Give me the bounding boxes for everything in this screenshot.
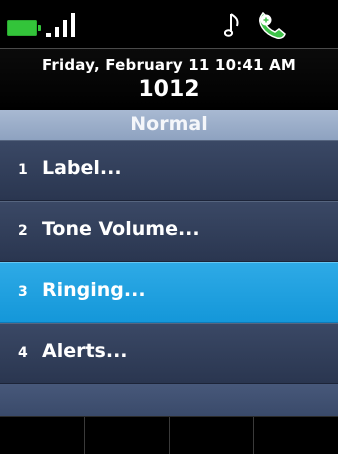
line-extension: 1012 xyxy=(138,77,200,102)
header: Friday, February 11 10:41 AM 1012 xyxy=(0,48,338,111)
signal-strength-icon xyxy=(46,13,86,37)
menu-item-number: 3 xyxy=(18,284,28,300)
menu-item-label[interactable]: 1 Label... xyxy=(0,140,338,201)
menu-item-tone-volume[interactable]: 2 Tone Volume... xyxy=(0,201,338,262)
battery-icon xyxy=(7,20,41,36)
phone-screen: Friday, February 11 10:41 AM 1012 Normal… xyxy=(0,0,338,454)
menu-item-text: Tone Volume... xyxy=(42,218,200,240)
softkey-3[interactable] xyxy=(170,417,255,454)
date-time: Friday, February 11 10:41 AM xyxy=(41,56,297,74)
page-title-bar: Normal xyxy=(0,110,338,140)
music-note-icon xyxy=(224,13,239,37)
menu-item-number: 1 xyxy=(18,162,28,178)
status-bar xyxy=(0,0,338,48)
softkey-bar xyxy=(0,416,338,454)
menu-item-text: Alerts... xyxy=(42,340,128,362)
menu-item-text: Label... xyxy=(42,157,122,179)
menu-item-text: Ringing... xyxy=(42,279,146,301)
softkey-2[interactable] xyxy=(85,417,170,454)
menu-item-alerts[interactable]: 4 Alerts... xyxy=(0,323,338,384)
page-title: Normal xyxy=(130,113,208,135)
softkey-4[interactable] xyxy=(254,417,338,454)
menu-item-number: 2 xyxy=(18,223,28,239)
handset-icon xyxy=(259,12,286,39)
menu-item-number: 4 xyxy=(18,345,28,361)
menu-item-ringing[interactable]: 3 Ringing... xyxy=(0,262,338,323)
softkey-1[interactable] xyxy=(0,417,85,454)
menu-empty-area xyxy=(0,384,338,416)
